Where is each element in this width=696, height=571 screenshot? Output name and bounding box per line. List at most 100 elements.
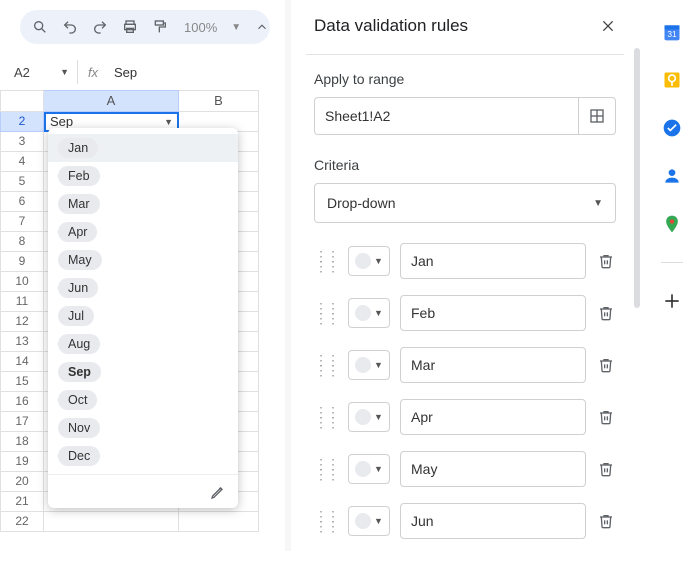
dropdown-item[interactable]: Aug <box>48 330 238 358</box>
svg-text:31: 31 <box>667 29 677 39</box>
dropdown-item[interactable]: May <box>48 246 238 274</box>
row-header[interactable]: 13 <box>0 332 44 352</box>
dropdown-chip: Aug <box>58 334 100 354</box>
select-range-button[interactable] <box>578 97 616 135</box>
cell[interactable] <box>179 512 259 532</box>
dropdown-chip: Jul <box>58 306 94 326</box>
redo-icon[interactable] <box>92 18 108 36</box>
row-header[interactable]: 9 <box>0 252 44 272</box>
row-header[interactable]: 4 <box>0 152 44 172</box>
dropdown-item[interactable]: Mar <box>48 190 238 218</box>
drag-handle-icon[interactable]: ⋮⋮⋮⋮ <box>314 511 338 531</box>
tasks-icon[interactable] <box>662 118 682 138</box>
row-header[interactable]: 6 <box>0 192 44 212</box>
undo-icon[interactable] <box>62 18 78 36</box>
trash-icon[interactable] <box>596 357 616 373</box>
row-header[interactable]: 11 <box>0 292 44 312</box>
paint-format-icon[interactable] <box>152 18 168 36</box>
dropdown-item[interactable]: Dec <box>48 442 238 470</box>
option-value-input[interactable]: Jan <box>400 243 586 279</box>
dropdown-chip: Jun <box>58 278 98 298</box>
trash-icon[interactable] <box>596 461 616 477</box>
dropdown-chip: Dec <box>58 446 100 466</box>
option-value-input[interactable]: Jun <box>400 503 586 539</box>
pencil-icon[interactable] <box>210 484 226 500</box>
dropdown-item[interactable]: Oct <box>48 386 238 414</box>
dropdown-item[interactable]: Jun <box>48 274 238 302</box>
row-header[interactable]: 5 <box>0 172 44 192</box>
dropdown-item[interactable]: Jul <box>48 302 238 330</box>
trash-icon[interactable] <box>596 305 616 321</box>
row-header[interactable]: 2 <box>0 112 44 132</box>
name-box-dropdown-icon[interactable]: ▼ <box>60 67 69 77</box>
name-box[interactable]: A2 ▼ <box>6 60 78 84</box>
column-header-B[interactable]: B <box>179 90 259 112</box>
side-rail: 31 <box>648 0 696 551</box>
row-header[interactable]: 16 <box>0 392 44 412</box>
row-header[interactable]: 20 <box>0 472 44 492</box>
dropdown-chip: Apr <box>58 222 97 242</box>
search-icon[interactable] <box>32 18 48 36</box>
trash-icon[interactable] <box>596 513 616 529</box>
dropdown-footer <box>48 474 238 508</box>
row-header[interactable]: 12 <box>0 312 44 332</box>
panel-splitter[interactable] <box>285 0 291 551</box>
trash-icon[interactable] <box>596 409 616 425</box>
formula-bar[interactable]: Sep <box>108 65 137 80</box>
drag-handle-icon[interactable]: ⋮⋮⋮⋮ <box>314 303 338 323</box>
option-color-select[interactable]: ▼ <box>348 298 390 328</box>
data-validation-panel: Data validation rules Apply to range She… <box>300 8 630 548</box>
close-icon[interactable] <box>600 18 616 34</box>
keep-icon[interactable] <box>662 70 682 90</box>
dropdown-item[interactable]: Apr <box>48 218 238 246</box>
drag-handle-icon[interactable]: ⋮⋮⋮⋮ <box>314 251 338 271</box>
dropdown-item[interactable]: Nov <box>48 414 238 442</box>
print-icon[interactable] <box>122 18 138 36</box>
row-header[interactable]: 22 <box>0 512 44 532</box>
maps-icon[interactable] <box>662 214 682 234</box>
zoom-label[interactable]: 100% <box>184 20 217 35</box>
drag-handle-icon[interactable]: ⋮⋮⋮⋮ <box>314 355 338 375</box>
grid-row: 22 <box>0 512 260 532</box>
dropdown-item[interactable]: Sep <box>48 358 238 386</box>
dropdown-item[interactable]: Feb <box>48 162 238 190</box>
row-header[interactable]: 3 <box>0 132 44 152</box>
criteria-select[interactable]: Drop-down ▼ <box>314 183 616 223</box>
row-header[interactable]: 15 <box>0 372 44 392</box>
dropdown-item[interactable]: Jan <box>48 134 238 162</box>
add-icon[interactable] <box>662 291 682 311</box>
cell[interactable] <box>44 512 179 532</box>
criteria-label: Criteria <box>314 157 616 173</box>
column-header-A[interactable]: A <box>44 90 179 112</box>
row-header[interactable]: 18 <box>0 432 44 452</box>
panel-scrollbar[interactable] <box>634 48 640 308</box>
zoom-dropdown-icon[interactable]: ▼ <box>231 18 241 36</box>
apply-to-range-input[interactable]: Sheet1!A2 <box>314 97 578 135</box>
option-value-input[interactable]: Mar <box>400 347 586 383</box>
row-header[interactable]: 10 <box>0 272 44 292</box>
trash-icon[interactable] <box>596 253 616 269</box>
calendar-icon[interactable]: 31 <box>662 22 682 42</box>
row-header[interactable]: 8 <box>0 232 44 252</box>
row-header[interactable]: 17 <box>0 412 44 432</box>
criteria-value: Drop-down <box>327 195 395 211</box>
option-color-select[interactable]: ▼ <box>348 350 390 380</box>
criteria-option-row: ⋮⋮⋮⋮ ▼ Jun <box>314 503 616 539</box>
select-all-corner[interactable] <box>0 90 44 112</box>
row-header[interactable]: 7 <box>0 212 44 232</box>
option-color-select[interactable]: ▼ <box>348 246 390 276</box>
drag-handle-icon[interactable]: ⋮⋮⋮⋮ <box>314 407 338 427</box>
toolbar-expand-icon[interactable] <box>255 18 269 36</box>
option-value-input[interactable]: Apr <box>400 399 586 435</box>
option-value-input[interactable]: May <box>400 451 586 487</box>
option-color-select[interactable]: ▼ <box>348 506 390 536</box>
row-header[interactable]: 14 <box>0 352 44 372</box>
contacts-icon[interactable] <box>662 166 682 186</box>
fx-label: fx <box>78 65 108 80</box>
row-header[interactable]: 21 <box>0 492 44 512</box>
drag-handle-icon[interactable]: ⋮⋮⋮⋮ <box>314 459 338 479</box>
option-value-input[interactable]: Feb <box>400 295 586 331</box>
option-color-select[interactable]: ▼ <box>348 402 390 432</box>
row-header[interactable]: 19 <box>0 452 44 472</box>
option-color-select[interactable]: ▼ <box>348 454 390 484</box>
